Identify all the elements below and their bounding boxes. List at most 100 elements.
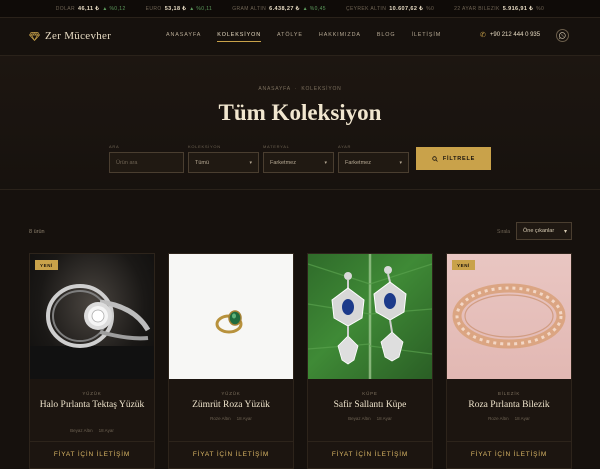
product-meta: Beyaz Altın 18 Ayar bbox=[308, 416, 432, 421]
sort-label: Sırala bbox=[497, 229, 511, 235]
product-card[interactable]: KÜPE Safir Sallantı Küpe Beyaz Altın 18 … bbox=[307, 253, 433, 469]
chevron-down-icon: ▾ bbox=[399, 159, 402, 166]
product-name[interactable]: Safir Sallantı Küpe bbox=[314, 400, 426, 411]
product-category: KÜPE bbox=[362, 391, 378, 396]
product-image[interactable]: YENİ bbox=[447, 254, 571, 379]
search-input[interactable]: Ürün ara bbox=[109, 152, 184, 173]
diamond-icon bbox=[29, 31, 40, 41]
product-category: YÜZÜK bbox=[221, 391, 241, 396]
whatsapp-button[interactable] bbox=[556, 29, 569, 42]
nav-anasayfa[interactable]: ANASAYFA bbox=[166, 32, 201, 42]
logo-text: Zer Mücevher bbox=[45, 30, 112, 42]
breadcrumb-separator: · bbox=[294, 86, 298, 92]
earrings-image bbox=[308, 254, 432, 379]
ticker-item-ceyrek-altin: ÇEYREK ALTIN 10.607,62 ₺ %0 bbox=[346, 6, 434, 12]
chevron-down-icon: ▾ bbox=[324, 159, 327, 166]
ticker-value: 53,18 ₺ bbox=[164, 5, 187, 12]
product-name[interactable]: Halo Pırlanta Tektaş Yüzük bbox=[36, 400, 148, 411]
ticker-value: 10.607,62 ₺ bbox=[389, 5, 424, 12]
breadcrumb-anasayfa[interactable]: ANASAYFA bbox=[258, 86, 290, 92]
ticker-change: %0 bbox=[536, 5, 545, 12]
product-card[interactable]: YENİ BİLEZİK Roza Pırlanta Bilezik Roze … bbox=[446, 253, 572, 469]
site-header: Zer Mücevher ANASAYFA KOLEKSİYON ATÖLYE … bbox=[0, 18, 600, 56]
product-name[interactable]: Zümrüt Roza Yüzük bbox=[175, 400, 287, 411]
collection-select[interactable]: Tümü ▾ bbox=[188, 152, 259, 173]
filter-button-label: FİLTRELE bbox=[442, 155, 476, 162]
product-material: Roze Altın bbox=[488, 416, 509, 421]
contact-for-price-button[interactable]: FİYAT İÇİN İLETİŞİM bbox=[308, 441, 432, 465]
logo-link[interactable]: Zer Mücevher bbox=[29, 30, 111, 42]
contact-for-price-button[interactable]: FİYAT İÇİN İLETİŞİM bbox=[447, 441, 571, 465]
product-card[interactable]: YENİ YÜZÜK Halo Pırlanta Tektaş Yüzük Be… bbox=[29, 253, 155, 469]
product-karat: 18 Ayar bbox=[514, 416, 530, 421]
ticker-label: GRAM ALTIN bbox=[232, 5, 267, 12]
material-group: MATERYAL Farketmez ▾ bbox=[263, 144, 334, 173]
ticker-item-dolar: DOLAR 46,11 ₺ ▲ %0,12 bbox=[56, 6, 126, 12]
karat-select[interactable]: Farketmez ▾ bbox=[338, 152, 409, 173]
contact-for-price-button[interactable]: FİYAT İÇİN İLETİŞİM bbox=[30, 441, 154, 465]
breadcrumb: ANASAYFA · KOLEKSİYON bbox=[0, 86, 600, 92]
ticker-value: 6.438,27 ₺ bbox=[269, 5, 300, 12]
nav-koleksiyon[interactable]: KOLEKSİYON bbox=[217, 32, 261, 42]
product-material: Beyaz Altın bbox=[70, 428, 93, 433]
product-karat: 18 Ayar bbox=[376, 416, 392, 421]
phone-icon: ✆ bbox=[480, 32, 486, 39]
search-label: ARA bbox=[109, 144, 120, 149]
ticker-change: ▲ %0,12 bbox=[102, 5, 126, 12]
product-karat: 18 Ayar bbox=[236, 416, 252, 421]
product-image[interactable]: YENİ bbox=[30, 254, 154, 379]
sort-value: Öne çıkanlar bbox=[523, 228, 555, 234]
ticker-change: ▲ %0,11 bbox=[189, 5, 213, 12]
ticker-label: ÇEYREK ALTIN bbox=[345, 5, 387, 12]
phone-number: +90 212 444 0 935 bbox=[489, 32, 541, 38]
collection-label: KOLEKSİYON bbox=[188, 144, 221, 149]
karat-group: AYAR Farketmez ▾ bbox=[338, 144, 409, 173]
product-meta: Beyaz Altın 18 Ayar bbox=[30, 428, 154, 433]
material-value: Farketmez bbox=[270, 159, 296, 166]
product-name[interactable]: Roza Pırlanta Bilezik bbox=[453, 400, 565, 411]
new-badge: YENİ bbox=[35, 260, 58, 270]
ticker-value: 5.916,91 ₺ bbox=[502, 5, 534, 12]
ticker-item-euro: EURO 53,18 ₺ ▲ %0,11 bbox=[146, 6, 213, 12]
material-select[interactable]: Farketmez ▾ bbox=[263, 152, 334, 173]
product-material: Roze Altın bbox=[210, 416, 231, 421]
ticker-value: 46,11 ₺ bbox=[78, 5, 100, 12]
ticker-label: 22 AYAR BILEZIK bbox=[454, 5, 500, 12]
page-title: Tüm Koleksiyon bbox=[218, 100, 382, 125]
product-karat: 18 Ayar bbox=[98, 428, 114, 433]
product-category: BİLEZİK bbox=[497, 391, 521, 396]
chevron-down-icon: ▾ bbox=[249, 159, 252, 166]
product-image[interactable] bbox=[308, 254, 432, 379]
karat-label: AYAR bbox=[338, 144, 352, 149]
bracelet-image bbox=[452, 283, 566, 349]
ticker-label: EURO bbox=[145, 5, 162, 12]
nav-iletisim[interactable]: İLETİŞİM bbox=[411, 32, 441, 42]
chevron-down-icon: ▾ bbox=[563, 228, 567, 235]
filter-bar: ARA Ürün ara KOLEKSİYON Tümü ▾ MATERYAL … bbox=[109, 144, 491, 174]
filter-button[interactable]: FİLTRELE bbox=[416, 147, 491, 170]
phone-link[interactable]: ✆ +90 212 444 0 935 bbox=[480, 31, 540, 39]
product-info: BİLEZİK Roza Pırlanta Bilezik Roze Altın… bbox=[447, 379, 571, 468]
ticker-label: DOLAR bbox=[55, 5, 76, 12]
product-card[interactable]: YÜZÜK Zümrüt Roza Yüzük Roze Altın 18 Ay… bbox=[168, 253, 294, 469]
result-count: 8 ürün bbox=[29, 229, 45, 235]
whatsapp-icon bbox=[559, 32, 566, 39]
nav-blog[interactable]: BLOG bbox=[377, 32, 396, 42]
product-meta: Roze Altın 18 Ayar bbox=[447, 416, 571, 421]
product-image[interactable] bbox=[169, 254, 293, 379]
ticker-item-bilezik: 22 AYAR BILEZIK 5.916,91 ₺ %0 bbox=[454, 6, 544, 12]
product-material: Beyaz Altın bbox=[348, 416, 371, 421]
nav-hakkimizda[interactable]: HAKKIMIZDA bbox=[319, 32, 361, 42]
product-info: YÜZÜK Halo Pırlanta Tektaş Yüzük Beyaz A… bbox=[30, 379, 154, 468]
search-icon bbox=[432, 155, 438, 162]
ticker-item-gram-altin: GRAM ALTIN 6.438,27 ₺ ▲ %0,45 bbox=[232, 6, 326, 12]
collection-value: Tümü bbox=[195, 159, 210, 166]
ticker-change: %0 bbox=[426, 5, 435, 12]
ring-image bbox=[30, 284, 154, 379]
nav-atolye[interactable]: ATÖLYE bbox=[277, 32, 303, 42]
contact-for-price-button[interactable]: FİYAT İÇİN İLETİŞİM bbox=[169, 441, 293, 465]
new-badge: YENİ bbox=[452, 260, 475, 270]
breadcrumb-current: KOLEKSİYON bbox=[301, 86, 342, 92]
sort-select[interactable]: Öne çıkanlar ▾ bbox=[516, 222, 572, 240]
search-group: ARA Ürün ara bbox=[109, 144, 184, 173]
